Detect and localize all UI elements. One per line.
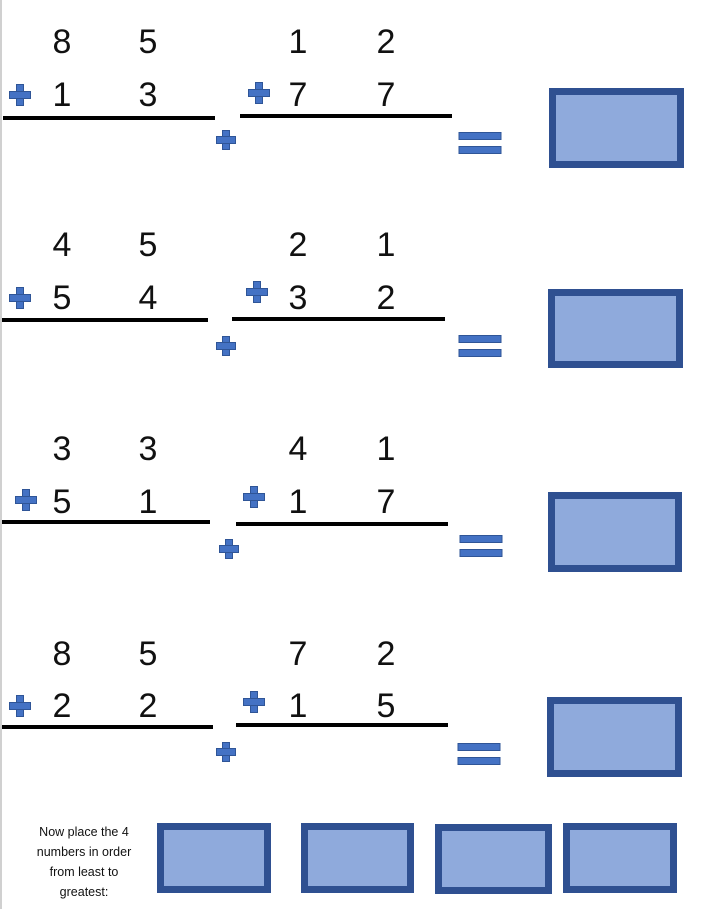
digit: 4 xyxy=(52,226,72,264)
digit: 1 xyxy=(288,23,308,61)
answer-box-1[interactable] xyxy=(549,88,684,168)
order-answer-box-4[interactable] xyxy=(563,823,677,893)
digit: 1 xyxy=(288,687,308,725)
sum-line xyxy=(240,114,452,118)
page-edge xyxy=(0,0,2,909)
digit: 5 xyxy=(52,483,72,521)
sum-line xyxy=(2,520,210,524)
sum-line xyxy=(236,723,448,727)
sum-line xyxy=(3,116,215,120)
digit: 3 xyxy=(52,430,72,468)
digit: 8 xyxy=(52,23,72,61)
digit: 7 xyxy=(288,635,308,673)
digit: 7 xyxy=(376,76,396,114)
equals-icon xyxy=(457,743,501,765)
plus-icon xyxy=(219,539,239,559)
digit: 7 xyxy=(376,483,396,521)
digit: 2 xyxy=(52,687,72,725)
digit: 5 xyxy=(52,279,72,317)
digit: 3 xyxy=(138,76,158,114)
plus-icon xyxy=(216,742,236,762)
plus-icon xyxy=(243,486,265,508)
plus-icon xyxy=(246,281,268,303)
digit: 1 xyxy=(376,430,396,468)
digit: 5 xyxy=(138,635,158,673)
digit: 1 xyxy=(52,76,72,114)
digit: 2 xyxy=(138,687,158,725)
digit: 1 xyxy=(288,483,308,521)
order-answer-box-1[interactable] xyxy=(157,823,271,893)
digit: 5 xyxy=(138,226,158,264)
plus-icon xyxy=(248,82,270,104)
sum-line xyxy=(232,317,445,321)
plus-icon xyxy=(9,287,31,309)
digit: 1 xyxy=(138,483,158,521)
answer-box-2[interactable] xyxy=(548,289,683,368)
plus-icon xyxy=(9,84,31,106)
order-answer-box-2[interactable] xyxy=(301,823,414,893)
digit: 2 xyxy=(376,279,396,317)
digit: 3 xyxy=(138,430,158,468)
digit: 3 xyxy=(288,279,308,317)
digit: 1 xyxy=(376,226,396,264)
plus-icon xyxy=(243,691,265,713)
digit: 2 xyxy=(376,23,396,61)
digit: 2 xyxy=(288,226,308,264)
instruction-text: Now place the 4 numbers in order from le… xyxy=(36,825,132,899)
digit: 4 xyxy=(138,279,158,317)
digit: 8 xyxy=(52,635,72,673)
digit: 5 xyxy=(376,687,396,725)
plus-icon xyxy=(216,336,236,356)
digit: 5 xyxy=(138,23,158,61)
digit: 2 xyxy=(376,635,396,673)
answer-box-4[interactable] xyxy=(547,697,682,777)
digit: 4 xyxy=(288,430,308,468)
sum-line xyxy=(2,725,213,729)
equals-icon xyxy=(458,132,502,154)
sum-line xyxy=(2,318,208,322)
equals-icon xyxy=(459,535,503,557)
plus-icon xyxy=(15,489,37,511)
plus-icon xyxy=(9,695,31,717)
equals-icon xyxy=(458,335,502,357)
order-answer-box-3[interactable] xyxy=(435,824,552,894)
sum-line xyxy=(236,522,448,526)
answer-box-3[interactable] xyxy=(548,492,682,572)
plus-icon xyxy=(216,130,236,150)
digit: 7 xyxy=(288,76,308,114)
